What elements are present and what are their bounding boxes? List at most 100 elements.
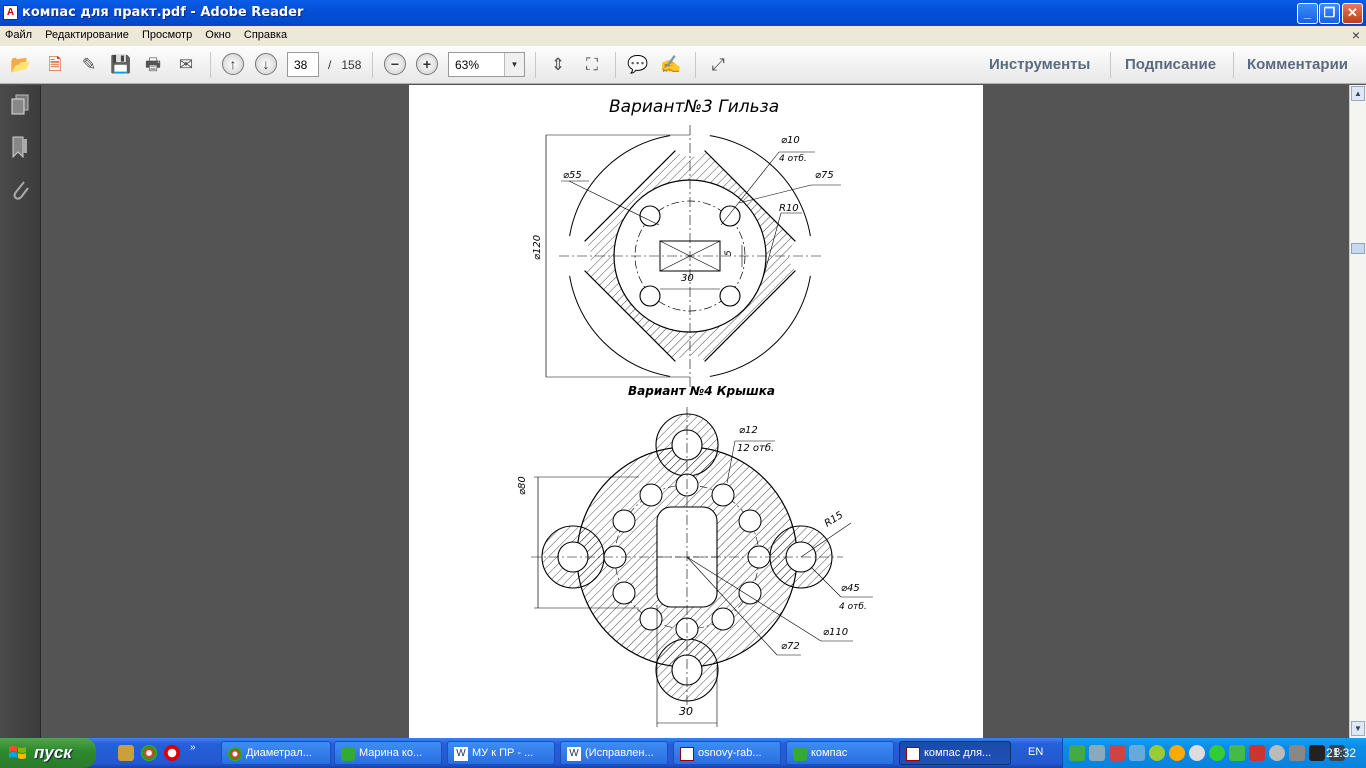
document-viewport[interactable]: Вариант№3 Гильза ⌀120 ⌀55 ⌀10 4 отб. ⌀75… — [42, 85, 1349, 738]
tray-monitor-icon[interactable] — [1089, 745, 1105, 761]
dim-4-holes: 4 отб. — [779, 154, 807, 164]
taskbar: пуск » Диаметрал... Марина ко... W МУ к … — [0, 738, 1366, 768]
word-icon: W — [567, 747, 581, 761]
create-pdf-icon[interactable]: 🗎 — [43, 53, 67, 77]
menu-help[interactable]: Справка — [239, 26, 292, 41]
pdf-page: Вариант№3 Гильза ⌀120 ⌀55 ⌀10 4 отб. ⌀75… — [409, 85, 983, 738]
dim-4-holes-v4: 4 отб. — [839, 602, 867, 612]
maximize-button[interactable]: ❐ — [1319, 3, 1340, 24]
dim-w30-v4: 30 — [679, 705, 693, 718]
email-icon[interactable]: ✉ — [174, 53, 198, 77]
tray-flag-icon[interactable] — [1249, 745, 1265, 761]
start-label: пуск — [34, 743, 72, 762]
quicklaunch-opera-icon[interactable] — [164, 745, 180, 761]
task-button[interactable]: Марина ко... — [334, 741, 442, 765]
open-file-icon[interactable]: 📂 — [9, 53, 33, 77]
edit-icon[interactable]: ✎ — [77, 53, 101, 77]
dim-d12: ⌀12 — [739, 425, 758, 436]
fit-width-icon[interactable]: ⛶ — [580, 53, 604, 77]
zoom-select[interactable]: 63% ▼ — [448, 52, 525, 77]
dim-12-holes: 12 отб. — [737, 442, 774, 454]
task-button[interactable]: osnovy-rab... — [673, 741, 781, 765]
start-button[interactable]: пуск — [0, 738, 96, 768]
task-button[interactable]: W МУ к ПР - ... — [447, 741, 555, 765]
chevron-down-icon[interactable]: ▼ — [504, 53, 524, 76]
menu-window[interactable]: Окно — [200, 26, 236, 41]
tray-flash-icon[interactable] — [1229, 745, 1245, 761]
scroll-up-arrow[interactable]: ▲ — [1351, 86, 1365, 101]
adobe-pdf-icon — [680, 747, 694, 761]
tools-pane-button[interactable]: Инструменты — [989, 56, 1090, 73]
comment-icon[interactable]: 💬 — [626, 53, 650, 77]
task-label: компас — [811, 747, 848, 759]
bookmarks-icon[interactable] — [9, 135, 31, 159]
dim-d55: ⌀55 — [563, 170, 582, 181]
window-title: компас для практ.pdf - Adobe Reader — [22, 5, 304, 20]
minimize-button[interactable]: _ — [1297, 3, 1318, 24]
task-button[interactable]: Диаметрал... — [221, 741, 331, 765]
menu-edit[interactable]: Редактирование — [40, 26, 134, 41]
quicklaunch-show-desktop-icon[interactable] — [118, 745, 134, 761]
tray-agent-icon[interactable] — [1169, 745, 1185, 761]
system-tray: B 21:32 — [1062, 738, 1366, 768]
tray-audio-icon[interactable] — [1269, 745, 1285, 761]
page-number-input[interactable]: 38 — [287, 52, 319, 77]
clock: 21:32 — [1325, 746, 1356, 760]
scroll-thumb[interactable] — [1351, 243, 1365, 254]
menu-view[interactable]: Просмотр — [137, 26, 197, 41]
tray-network-icon[interactable] — [1069, 745, 1085, 761]
tray-torrent-icon[interactable] — [1149, 745, 1165, 761]
scroll-down-arrow[interactable]: ▼ — [1351, 721, 1365, 736]
toolbar-separator — [1233, 52, 1234, 78]
attachments-icon[interactable] — [9, 177, 31, 201]
print-icon[interactable]: 🖶 — [141, 53, 165, 77]
tray-display-icon[interactable] — [1309, 745, 1325, 761]
sign-pane-button[interactable]: Подписание — [1125, 56, 1216, 73]
task-label: (Исправлен... — [585, 747, 654, 759]
previous-page-button[interactable]: ↑ — [222, 53, 244, 75]
task-button-active[interactable]: компас для... — [899, 741, 1011, 765]
dim-d45: ⌀45 — [841, 583, 860, 594]
close-document-icon[interactable]: × — [1352, 27, 1360, 43]
task-label: МУ к ПР - ... — [472, 747, 534, 759]
dim-d10: ⌀10 — [781, 135, 800, 146]
fit-page-icon[interactable]: ⇕ — [546, 53, 570, 77]
chevron-right-icon[interactable]: » — [190, 742, 196, 753]
language-indicator[interactable]: EN — [1028, 746, 1043, 758]
adobe-pdf-icon: A — [3, 5, 18, 20]
kompas-icon — [793, 747, 807, 761]
menu-bar: Файл Редактирование Просмотр Окно Справк… — [0, 26, 1366, 46]
chrome-icon — [228, 747, 242, 761]
dim-w30: 30 — [681, 273, 694, 284]
task-label: компас для... — [924, 747, 992, 759]
toolbar-separator — [615, 52, 616, 78]
pages-thumbnail-icon[interactable] — [9, 93, 31, 117]
adobe-pdf-icon — [906, 747, 920, 761]
page-total: / 158 — [328, 58, 362, 72]
menu-file[interactable]: Файл — [0, 26, 37, 41]
task-button[interactable]: W (Исправлен... — [560, 741, 668, 765]
tray-bluetooth-icon[interactable] — [1189, 745, 1205, 761]
task-label: Марина ко... — [359, 747, 423, 759]
tray-usb-icon[interactable] — [1289, 745, 1305, 761]
vertical-scrollbar[interactable]: ▲ ▼ — [1349, 85, 1366, 738]
toolbar-separator — [535, 52, 536, 78]
zoom-out-button[interactable]: − — [384, 53, 406, 75]
close-button[interactable]: ✕ — [1342, 3, 1363, 24]
tray-check-icon[interactable] — [1209, 745, 1225, 761]
task-button[interactable]: компас — [786, 741, 894, 765]
dim-d80: ⌀80 — [517, 476, 528, 495]
navigation-pane — [0, 85, 41, 738]
tray-antivirus-icon[interactable] — [1109, 745, 1125, 761]
toolbar-separator — [695, 52, 696, 78]
tray-update-icon[interactable] — [1129, 745, 1145, 761]
highlight-icon[interactable]: ✍ — [659, 53, 683, 77]
next-page-button[interactable]: ↓ — [255, 53, 277, 75]
toolbar-separator — [210, 52, 211, 78]
comments-pane-button[interactable]: Комментарии — [1247, 56, 1348, 73]
zoom-in-button[interactable]: + — [416, 53, 438, 75]
save-icon[interactable]: 💾 — [109, 53, 133, 77]
fullscreen-icon[interactable]: ⤢ — [706, 53, 730, 77]
dim-d110: ⌀110 — [823, 627, 848, 638]
quicklaunch-chrome-icon[interactable] — [141, 745, 157, 761]
